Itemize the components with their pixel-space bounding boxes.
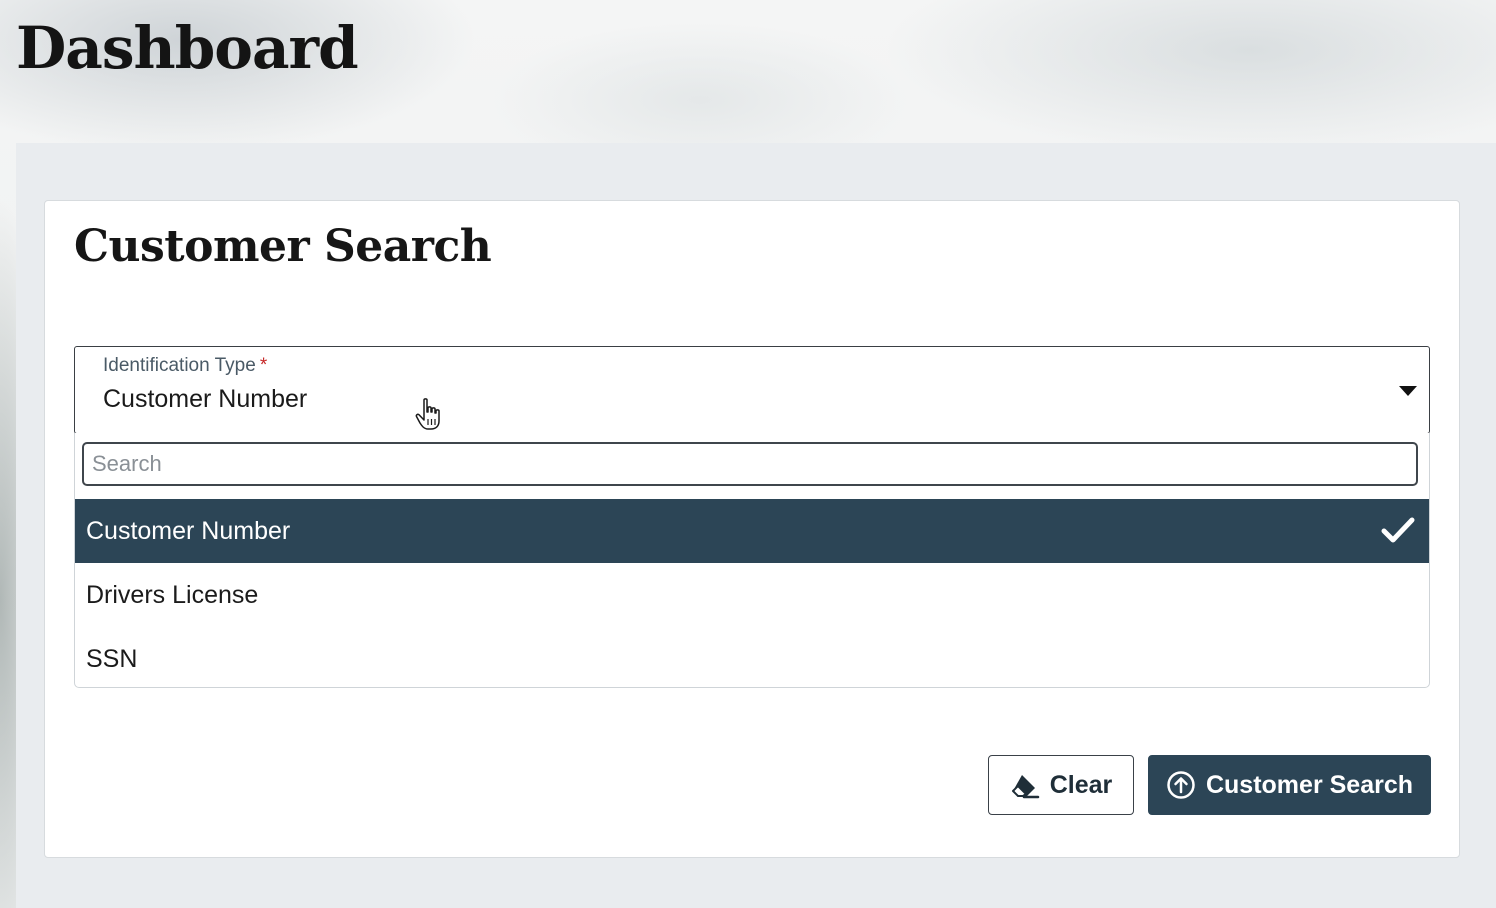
identification-type-select[interactable]: Identification Type * Customer Number bbox=[74, 346, 1430, 434]
option-label: SSN bbox=[86, 645, 138, 673]
option-ssn[interactable]: SSN bbox=[75, 627, 1429, 691]
content-area: Customer Search Identification Type * Cus… bbox=[16, 143, 1496, 908]
customer-search-button[interactable]: Customer Search bbox=[1148, 755, 1431, 815]
card-title: Customer Search bbox=[74, 221, 492, 272]
option-customer-number[interactable]: Customer Number bbox=[75, 499, 1429, 563]
page-title: Dashboard bbox=[16, 14, 359, 82]
eraser-icon bbox=[1011, 775, 1039, 799]
clear-button-label: Clear bbox=[1049, 770, 1113, 799]
clear-button[interactable]: Clear bbox=[988, 755, 1134, 815]
checkmark-icon bbox=[1381, 517, 1415, 543]
identification-type-value: Customer Number bbox=[103, 385, 308, 413]
arrow-up-circle-icon bbox=[1167, 771, 1195, 799]
dropdown-search-input[interactable] bbox=[82, 442, 1418, 486]
customer-search-card: Customer Search Identification Type * Cus… bbox=[44, 200, 1460, 858]
hand-cursor-icon bbox=[415, 398, 440, 430]
identification-type-label-text: Identification Type bbox=[103, 355, 256, 376]
option-drivers-license[interactable]: Drivers License bbox=[75, 563, 1429, 627]
caret-down-icon[interactable] bbox=[1399, 386, 1417, 396]
option-label: Customer Number bbox=[86, 517, 291, 545]
identification-type-label: Identification Type * bbox=[103, 355, 267, 377]
identification-type-dropdown: Customer Number Drivers License SSN bbox=[74, 433, 1430, 688]
option-label: Drivers License bbox=[86, 581, 259, 609]
required-marker: * bbox=[259, 355, 268, 376]
customer-search-button-label: Customer Search bbox=[1205, 770, 1414, 799]
